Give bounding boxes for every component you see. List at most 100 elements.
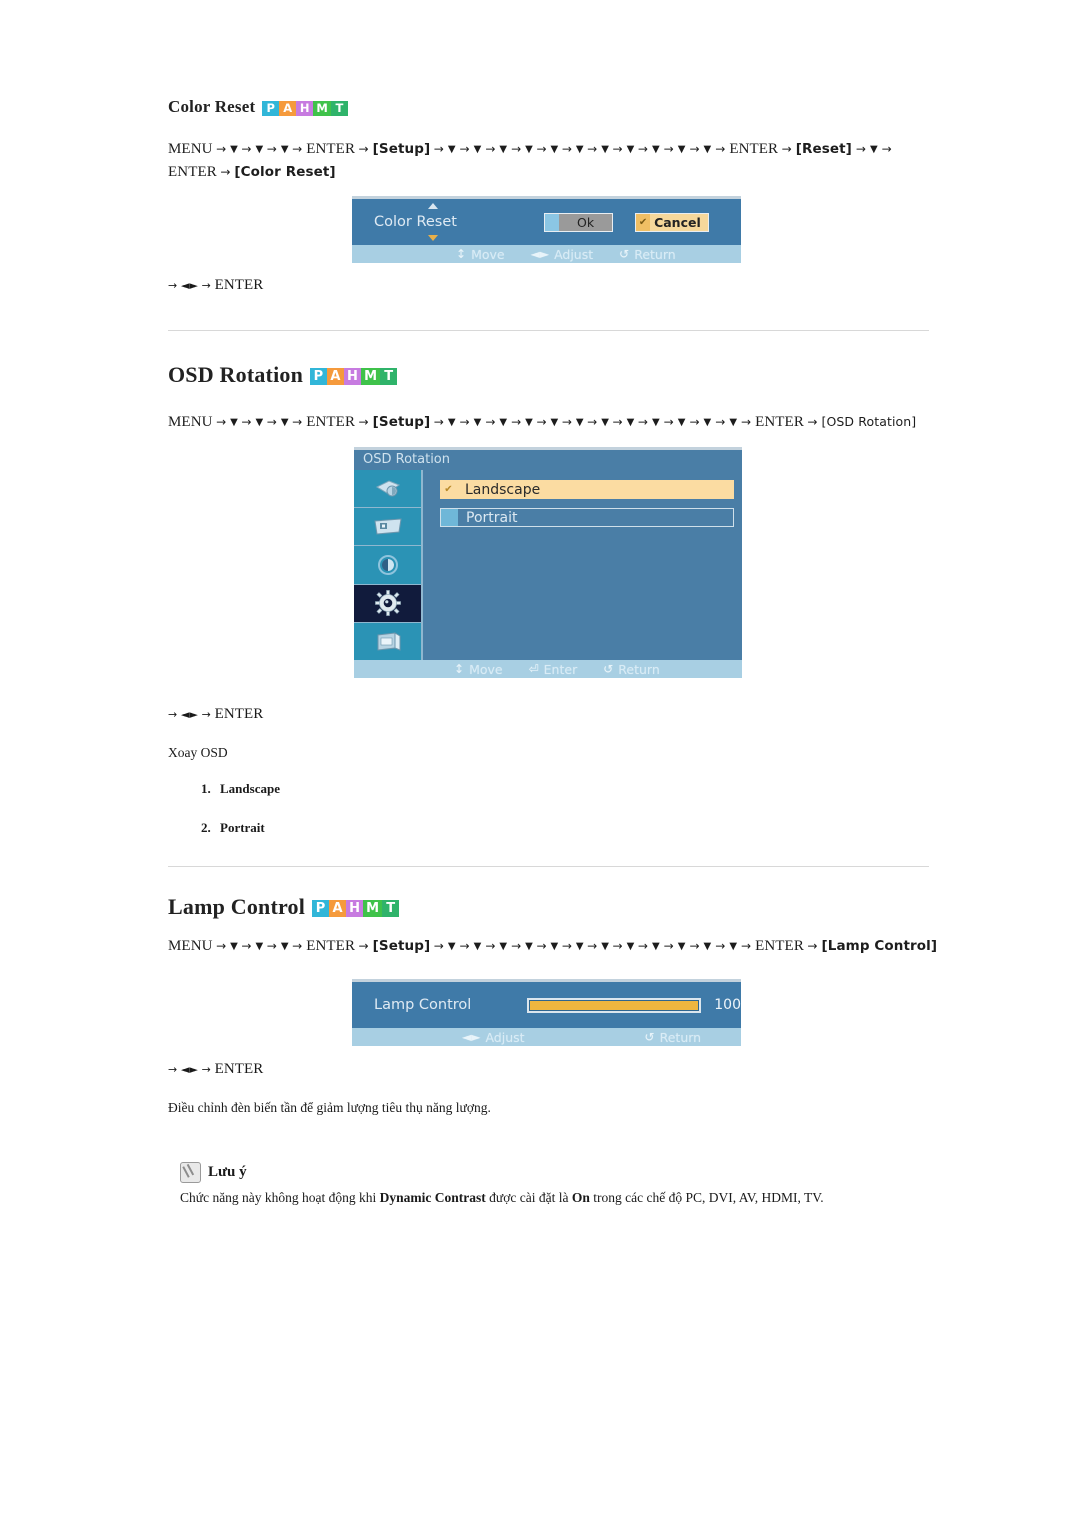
arrow-icon: →	[266, 415, 281, 429]
osd-footer-label: Return	[659, 1029, 702, 1045]
down-arrow-icon: ▼	[601, 941, 610, 952]
ok-button[interactable]: Ok	[544, 212, 614, 232]
arrow-icon: →	[481, 415, 500, 429]
osd-option-landscape[interactable]: ✔ Landscape	[440, 480, 734, 499]
osd-option-label: Landscape	[465, 481, 541, 498]
keys-lamp-control: → ◄► → ENTER	[168, 1061, 263, 1078]
section-title-text: Lamp Control	[168, 894, 306, 919]
arrow-icon: →	[587, 939, 602, 953]
badge-letter-t: T	[382, 899, 400, 917]
pahmt-badge: PAHMT	[262, 100, 348, 116]
osd-rotation-menu: OSD Rotation ✔ Landscape Portrait ↕ Move…	[354, 447, 742, 678]
osd-option-label: Portrait	[466, 509, 518, 526]
sound-icon	[377, 555, 398, 575]
caret-up-icon	[428, 203, 438, 209]
osd-lamp-control-footer: ◄► Adjust ↺ Return	[352, 1028, 741, 1046]
osd-button-group: Ok ✔ Cancel	[544, 212, 731, 232]
section-title-text: OSD Rotation	[168, 362, 304, 387]
option-bullet-icon	[441, 509, 458, 526]
setup-gear-icon	[374, 590, 401, 617]
arrow-icon: →	[737, 415, 756, 429]
caret-down-icon	[428, 235, 438, 241]
down-arrow-icon: ▼	[575, 941, 584, 952]
osd-color-reset-row: Color Reset Ok ✔ Cancel	[352, 199, 741, 245]
note-text-part: trong các chế độ PC, DVI, AV, HDMI, TV.	[589, 1190, 824, 1205]
path-token: [Reset]	[795, 141, 852, 157]
down-arrow-icon: ▼	[550, 144, 559, 155]
down-arrow-icon: ▼	[677, 417, 686, 428]
osd-footer-label: Return	[634, 246, 676, 262]
arrow-icon: →	[198, 1063, 215, 1076]
sidebar-item-picture[interactable]	[354, 470, 421, 509]
arrow-icon: →	[659, 415, 678, 429]
down-arrow-icon: ▼	[280, 417, 289, 428]
arrow-icon: →	[536, 415, 551, 429]
arrow-icon: →	[612, 142, 627, 156]
path-key: ENTER	[729, 141, 779, 157]
osd-footer-adjust: ◄► Adjust	[531, 247, 594, 262]
arrow-icon: →	[216, 142, 231, 156]
down-arrow-icon: ▼	[525, 144, 533, 155]
sidebar-item-setup[interactable]	[354, 584, 421, 623]
path-token: [OSD Rotation]	[821, 414, 917, 429]
osd-footer-return: ↺ Return	[619, 247, 676, 262]
arrow-icon: →	[637, 939, 652, 953]
picture-icon	[375, 480, 400, 497]
badge-letter-a: A	[329, 899, 347, 917]
divider-1	[168, 330, 929, 331]
cancel-button[interactable]: ✔ Cancel	[635, 212, 709, 232]
badge-letter-a: A	[279, 100, 297, 116]
osd-menu-title: OSD Rotation	[354, 450, 742, 470]
section-heading-lamp-control: Lamp Control PAHMT	[168, 894, 400, 920]
move-icon: ↕	[456, 247, 467, 261]
list-item: Portrait	[214, 820, 280, 836]
down-arrow-icon: ▼	[550, 941, 559, 952]
down-arrow-icon: ▼	[230, 144, 238, 155]
arrow-icon: →	[216, 415, 231, 429]
down-arrow-icon: ▼	[729, 417, 738, 428]
path-key: ENTER	[755, 414, 804, 430]
path-token: [Setup]	[372, 414, 431, 430]
return-icon: ↺	[644, 1030, 655, 1044]
badge-letter-m: M	[313, 100, 331, 116]
osd-menu-sidebar	[354, 470, 423, 661]
arrow-icon: →	[292, 415, 307, 429]
section-heading-color-reset: Color Reset PAHMT	[168, 97, 348, 117]
sidebar-item-multi-control[interactable]	[354, 622, 421, 661]
osd-footer-return: ↺ Return	[603, 662, 660, 677]
path-token: [Lamp Control]	[821, 938, 938, 954]
arrow-icon: →	[358, 939, 373, 953]
enter-key: ENTER	[214, 277, 264, 293]
enter-icon: ⏎	[528, 662, 539, 676]
path-key: ENTER	[168, 164, 217, 181]
arrow-icon: →	[612, 415, 627, 429]
down-arrow-icon: ▼	[729, 941, 738, 952]
list-item: Landscape	[214, 781, 280, 797]
osd-footer-label: Enter	[543, 661, 578, 677]
sidebar-item-screen[interactable]	[354, 508, 421, 547]
arrow-icon: →	[612, 939, 627, 953]
move-icon: ↕	[454, 662, 465, 676]
arrow-icon: →	[241, 142, 256, 156]
divider-2	[168, 866, 929, 867]
check-icon: ✔	[444, 484, 453, 495]
down-arrow-icon: ▼	[525, 417, 533, 428]
pahmt-badge: PAHMT	[310, 367, 398, 385]
down-arrow-icon: ▼	[651, 144, 660, 155]
badge-letter-t: T	[380, 367, 398, 385]
osd-rotation-footer: ↕ Move ⏎ Enter ↺ Return	[354, 660, 742, 678]
arrow-icon: →	[659, 939, 678, 953]
lamp-control-slider[interactable]	[526, 997, 702, 1013]
down-arrow-icon: ▼	[473, 144, 482, 155]
down-arrow-icon: ▼	[601, 417, 610, 428]
arrow-icon: →	[659, 142, 678, 156]
osd-footer-move: ↕ Move	[454, 662, 503, 677]
down-arrow-icon: ▼	[626, 941, 635, 952]
down-arrow-icon: ▼	[869, 144, 878, 155]
sidebar-item-sound[interactable]	[354, 546, 421, 585]
arrow-icon: →	[168, 1063, 181, 1076]
osd-option-portrait[interactable]: Portrait	[440, 508, 734, 527]
cancel-check-icon: ✔	[636, 213, 651, 231]
badge-letter-p: P	[312, 899, 330, 917]
arrow-icon: →	[455, 415, 474, 429]
